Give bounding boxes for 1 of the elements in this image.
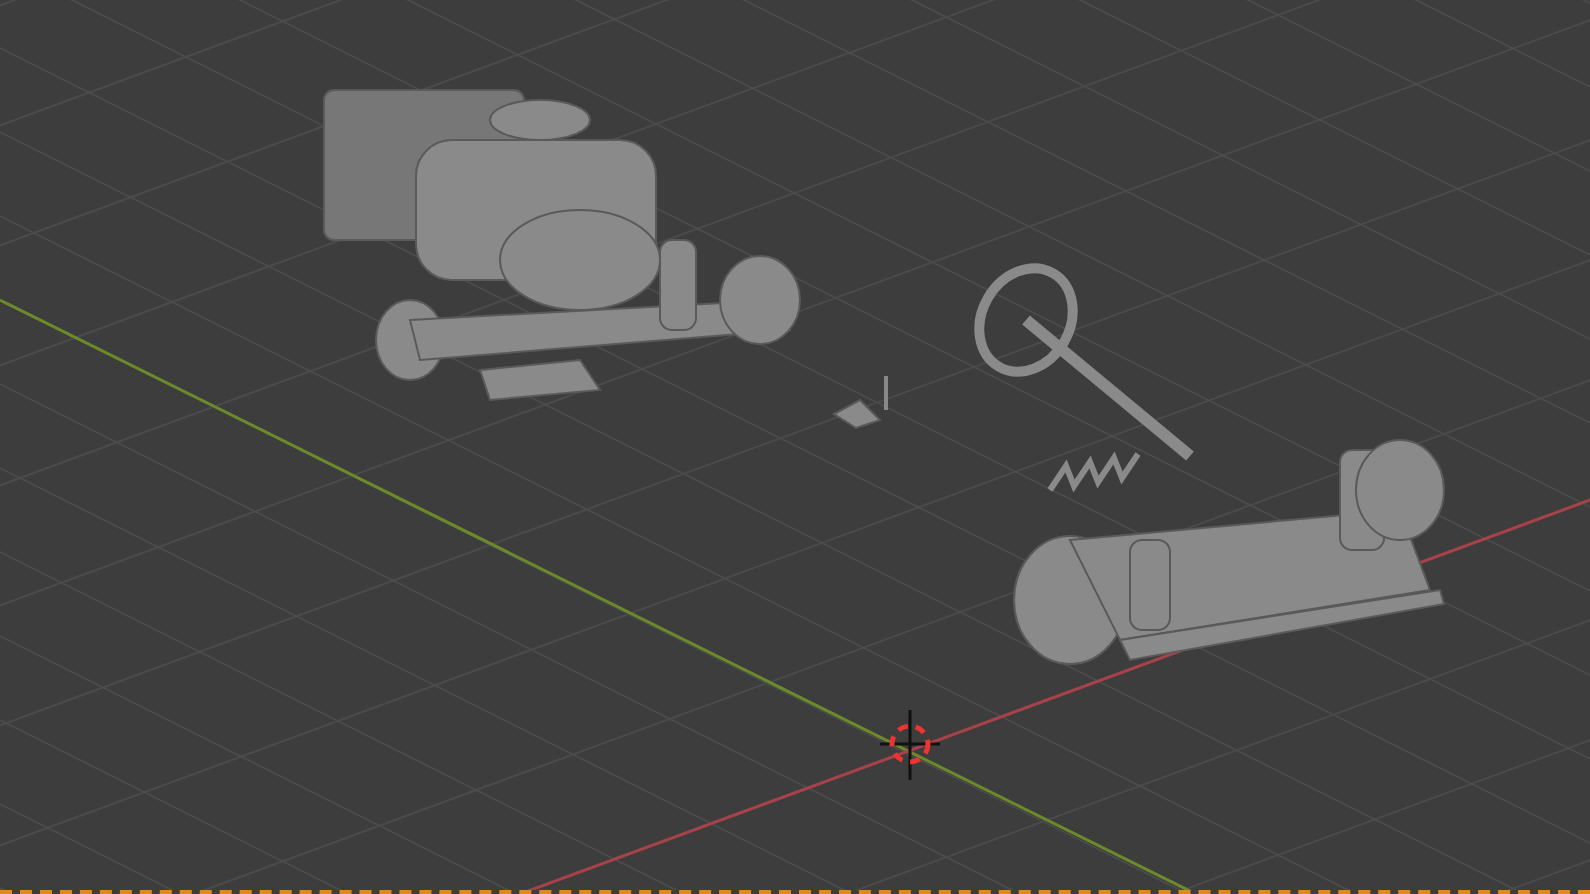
pedal-drawing — [832, 376, 888, 430]
